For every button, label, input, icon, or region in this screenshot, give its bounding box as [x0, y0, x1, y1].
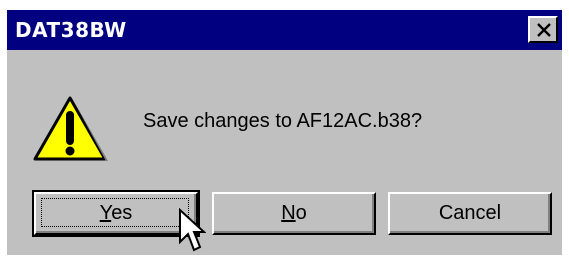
dialog-message: Save changes to AF12AC.b38? — [143, 110, 423, 132]
save-changes-dialog: DAT38BW Save changes to AF12AC.b38? Yes … — [7, 10, 562, 255]
window-title: DAT38BW — [15, 18, 127, 42]
close-icon — [537, 23, 551, 37]
title-bar[interactable]: DAT38BW — [7, 10, 562, 50]
warning-icon — [33, 96, 108, 161]
no-button[interactable]: No — [212, 192, 376, 235]
no-accelerator: N — [281, 202, 296, 224]
close-button[interactable] — [528, 16, 558, 43]
yes-label-rest: es — [111, 202, 133, 224]
yes-button[interactable]: Yes — [32, 190, 200, 237]
no-button-label: No — [281, 202, 307, 224]
cancel-button[interactable]: Cancel — [388, 192, 552, 235]
yes-accelerator: Y — [99, 202, 112, 224]
yes-button-label: Yes — [100, 202, 133, 224]
cancel-button-label: Cancel — [438, 202, 502, 224]
mouse-pointer-icon — [179, 208, 206, 252]
no-label-rest: o — [295, 202, 307, 224]
